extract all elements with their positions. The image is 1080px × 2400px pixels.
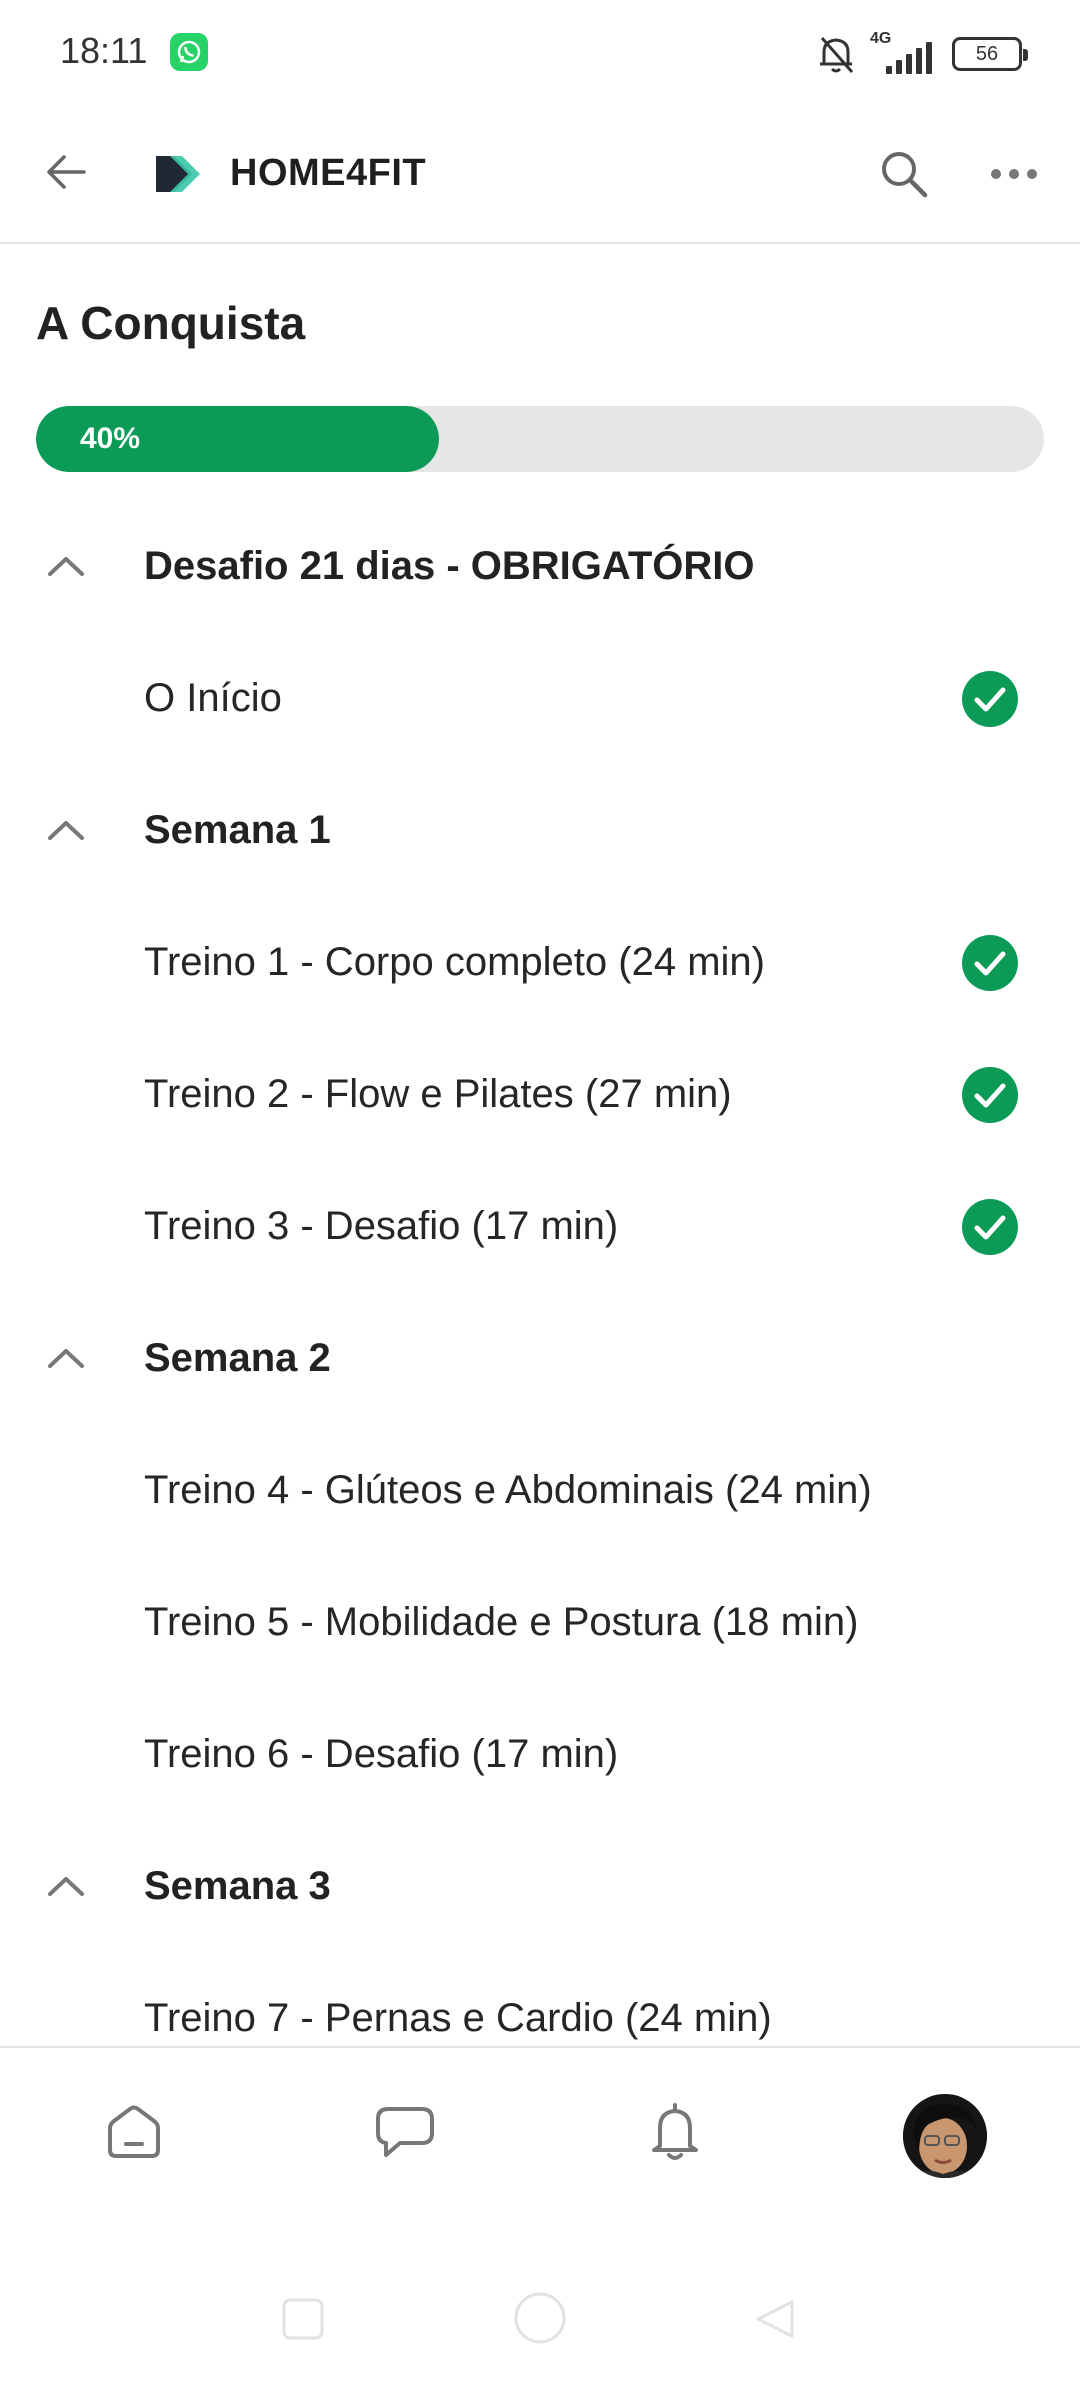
section-header[interactable]: Semana 3: [0, 1820, 1080, 1952]
more-options-button[interactable]: [982, 142, 1046, 206]
completed-check-icon: [962, 1067, 1018, 1123]
completed-check-icon: [962, 1199, 1018, 1255]
lesson-title: O Início: [144, 676, 282, 720]
battery-level: 56: [975, 42, 999, 65]
nav-notifications-button[interactable]: [627, 2084, 723, 2180]
completed-check-icon: [962, 671, 1018, 727]
lesson-title: Treino 4 - Glúteos e Abdominais (24 min): [144, 1468, 872, 1512]
lesson-item[interactable]: Treino 2 - Flow e Pilates (27 min): [0, 1028, 1080, 1160]
more-options-icon: [991, 169, 1037, 179]
notifications-icon: [652, 2103, 698, 2160]
status-bar: 18:11 4G 56: [0, 0, 1080, 108]
battery-icon: 56: [952, 37, 1028, 71]
search-icon: [882, 152, 928, 198]
chevron-up-icon[interactable]: [40, 804, 92, 856]
signal-icon: 4G: [870, 30, 938, 74]
lesson-item[interactable]: Treino 5 - Mobilidade e Postura (18 min): [0, 1556, 1080, 1688]
course-progress-bar: 40%: [36, 406, 1044, 472]
progress-label: 40%: [80, 422, 141, 455]
lesson-item[interactable]: Treino 3 - Desafio (17 min): [0, 1160, 1080, 1292]
lesson-item[interactable]: O Início: [0, 632, 1080, 764]
back-system-icon[interactable]: [752, 2296, 798, 2342]
home4fit-logo: [156, 156, 200, 192]
curriculum-list: Desafio 21 dias - OBRIGATÓRIO O Início S…: [0, 500, 1080, 2046]
section-title: Semana 2: [144, 1336, 331, 1380]
lesson-title: Treino 1 - Corpo completo (24 min): [144, 940, 765, 984]
home-icon: [108, 2105, 160, 2158]
lesson-item[interactable]: Treino 7 - Pernas e Cardio (24 min): [0, 1952, 1080, 2046]
network-type: 4G: [870, 30, 892, 47]
course-title: A Conquista: [36, 297, 306, 349]
completed-check-icon: [962, 935, 1018, 991]
section-header[interactable]: Desafio 21 dias - OBRIGATÓRIO: [0, 500, 1080, 632]
status-time: 18:11: [60, 30, 148, 71]
status-icons: 4G 56: [816, 30, 1028, 78]
back-button[interactable]: [36, 142, 96, 202]
home-system-icon[interactable]: [512, 2290, 568, 2346]
nav-messages-button[interactable]: [357, 2084, 453, 2180]
section-title: Desafio 21 dias - OBRIGATÓRIO: [144, 544, 755, 588]
lesson-title: Treino 2 - Flow e Pilates (27 min): [144, 1072, 732, 1116]
lesson-title: Treino 6 - Desafio (17 min): [144, 1732, 619, 1776]
bottom-navigation: [0, 2046, 1080, 2224]
section-title: Semana 1: [144, 808, 331, 852]
system-navigation-bar: [0, 2250, 1080, 2400]
lesson-item[interactable]: Treino 1 - Corpo completo (24 min): [0, 896, 1080, 1028]
section-title: Semana 3: [144, 1864, 331, 1908]
chat-icon: [376, 2107, 434, 2157]
app-bar: HOME4FIT: [0, 108, 1080, 244]
lesson-title: Treino 5 - Mobilidade e Postura (18 min): [144, 1600, 859, 1644]
lesson-item[interactable]: Treino 6 - Desafio (17 min): [0, 1688, 1080, 1820]
nav-home-button[interactable]: [86, 2084, 182, 2180]
chevron-up-icon[interactable]: [40, 1332, 92, 1384]
search-button[interactable]: [872, 142, 936, 206]
app-title: HOME4FIT: [230, 152, 427, 194]
section-header[interactable]: Semana 1: [0, 764, 1080, 896]
back-arrow-icon: [47, 155, 86, 189]
chevron-up-icon[interactable]: [40, 540, 92, 592]
whatsapp-icon: [170, 33, 208, 71]
chevron-up-icon[interactable]: [40, 1860, 92, 1912]
profile-avatar[interactable]: [903, 2094, 987, 2178]
section-header[interactable]: Semana 2: [0, 1292, 1080, 1424]
recent-apps-icon[interactable]: [280, 2296, 326, 2342]
lesson-item[interactable]: Treino 4 - Glúteos e Abdominais (24 min): [0, 1424, 1080, 1556]
bell-off-icon: [820, 37, 854, 73]
lesson-title: Treino 3 - Desafio (17 min): [144, 1204, 619, 1248]
lesson-title: Treino 7 - Pernas e Cardio (24 min): [144, 1996, 772, 2040]
